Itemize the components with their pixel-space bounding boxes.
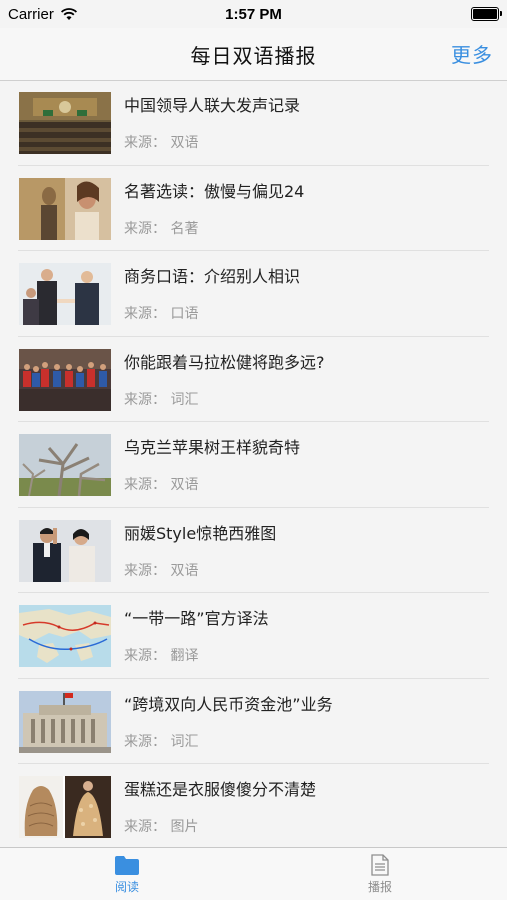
article-source: 来源： 名著: [124, 220, 199, 237]
belt-road-map-image: [19, 605, 111, 667]
battery-icon: [471, 7, 502, 21]
article-title: 名著选读：傲慢与偏见24: [124, 181, 305, 201]
tab-broadcast[interactable]: 播报: [340, 854, 420, 895]
article-thumbnail: [19, 263, 111, 325]
tab-read-label: 阅读: [114, 880, 139, 894]
article-source: 来源： 双语: [124, 477, 199, 493]
article-title: 你能跟着马拉松健将跑多远?: [124, 352, 325, 372]
article-thumbnail: [19, 92, 111, 154]
pride-prejudice-image: [19, 177, 111, 240]
article-title: 中国领导人联大发声记录: [124, 96, 301, 115]
list-item[interactable]: “一带一路”官方译法 来源： 翻译: [0, 593, 507, 679]
article-title: 乌克兰苹果树王样貌奇特: [124, 438, 301, 457]
document-icon: [371, 854, 389, 876]
article-source: 来源： 双语: [124, 562, 199, 579]
article-source: 来源： 词汇: [124, 733, 199, 750]
tab-read[interactable]: 阅读: [87, 854, 167, 895]
article-thumbnail: [19, 605, 111, 667]
tab-bar: 阅读 播报: [0, 847, 507, 900]
article-source: 来源： 口语: [124, 306, 199, 322]
article-thumbnail: [19, 776, 111, 838]
article-title: “跨境双向人民币资金池”业务: [124, 694, 333, 714]
article-thumbnail: [19, 434, 111, 496]
article-source: 来源： 翻译: [124, 648, 199, 664]
article-title: 商务口语：介绍别人相识: [124, 267, 301, 286]
list-item[interactable]: 商务口语：介绍别人相识 来源： 口语: [0, 251, 507, 337]
article-title: 蛋糕还是衣服傻傻分不清楚: [124, 780, 317, 799]
status-time: 1:57 PM: [225, 5, 282, 23]
article-source: 来源： 词汇: [124, 391, 199, 408]
status-bar: Carrier 1:57 PM: [0, 0, 507, 28]
seattle-visit-image: [19, 519, 111, 582]
list-item[interactable]: 乌克兰苹果树王样貌奇特 来源： 双语: [0, 422, 507, 508]
page-title: 每日双语播报: [190, 44, 317, 68]
tab-broadcast-label: 播报: [367, 880, 392, 894]
nav-bar: 每日双语播报 更多: [0, 28, 507, 81]
apple-tree-image: [19, 434, 111, 496]
article-thumbnail: [19, 348, 111, 411]
marathon-runners-image: [19, 348, 111, 411]
article-source: 来源： 图片: [124, 819, 199, 835]
list-item[interactable]: 丽媛Style惊艳西雅图 来源： 双语: [0, 508, 507, 593]
article-thumbnail: [19, 177, 111, 240]
central-bank-building-image: [19, 690, 111, 753]
folder-icon: [115, 856, 139, 875]
business-handshake-image: [19, 263, 111, 325]
list-item[interactable]: “跨境双向人民币资金池”业务 来源： 词汇: [0, 679, 507, 764]
un-assembly-image: [19, 92, 111, 154]
list-item[interactable]: 蛋糕还是衣服傻傻分不清楚 来源： 图片: [0, 764, 507, 850]
more-button[interactable]: 更多: [451, 39, 493, 68]
article-thumbnail: [19, 519, 111, 582]
article-list: 中国领导人联大发声记录 来源： 双语 名著选读：傲慢与偏见24 来源： 名著 商…: [0, 80, 507, 850]
cake-dress-image: [19, 776, 111, 838]
article-thumbnail: [19, 690, 111, 753]
list-item[interactable]: 中国领导人联大发声记录 来源： 双语: [0, 80, 507, 166]
article-title: 丽媛Style惊艳西雅图: [124, 523, 277, 543]
list-item[interactable]: 名著选读：傲慢与偏见24 来源： 名著: [0, 166, 507, 251]
article-title: “一带一路”官方译法: [124, 609, 269, 628]
list-item[interactable]: 你能跟着马拉松健将跑多远? 来源： 词汇: [0, 337, 507, 422]
article-source: 来源： 双语: [124, 135, 199, 151]
